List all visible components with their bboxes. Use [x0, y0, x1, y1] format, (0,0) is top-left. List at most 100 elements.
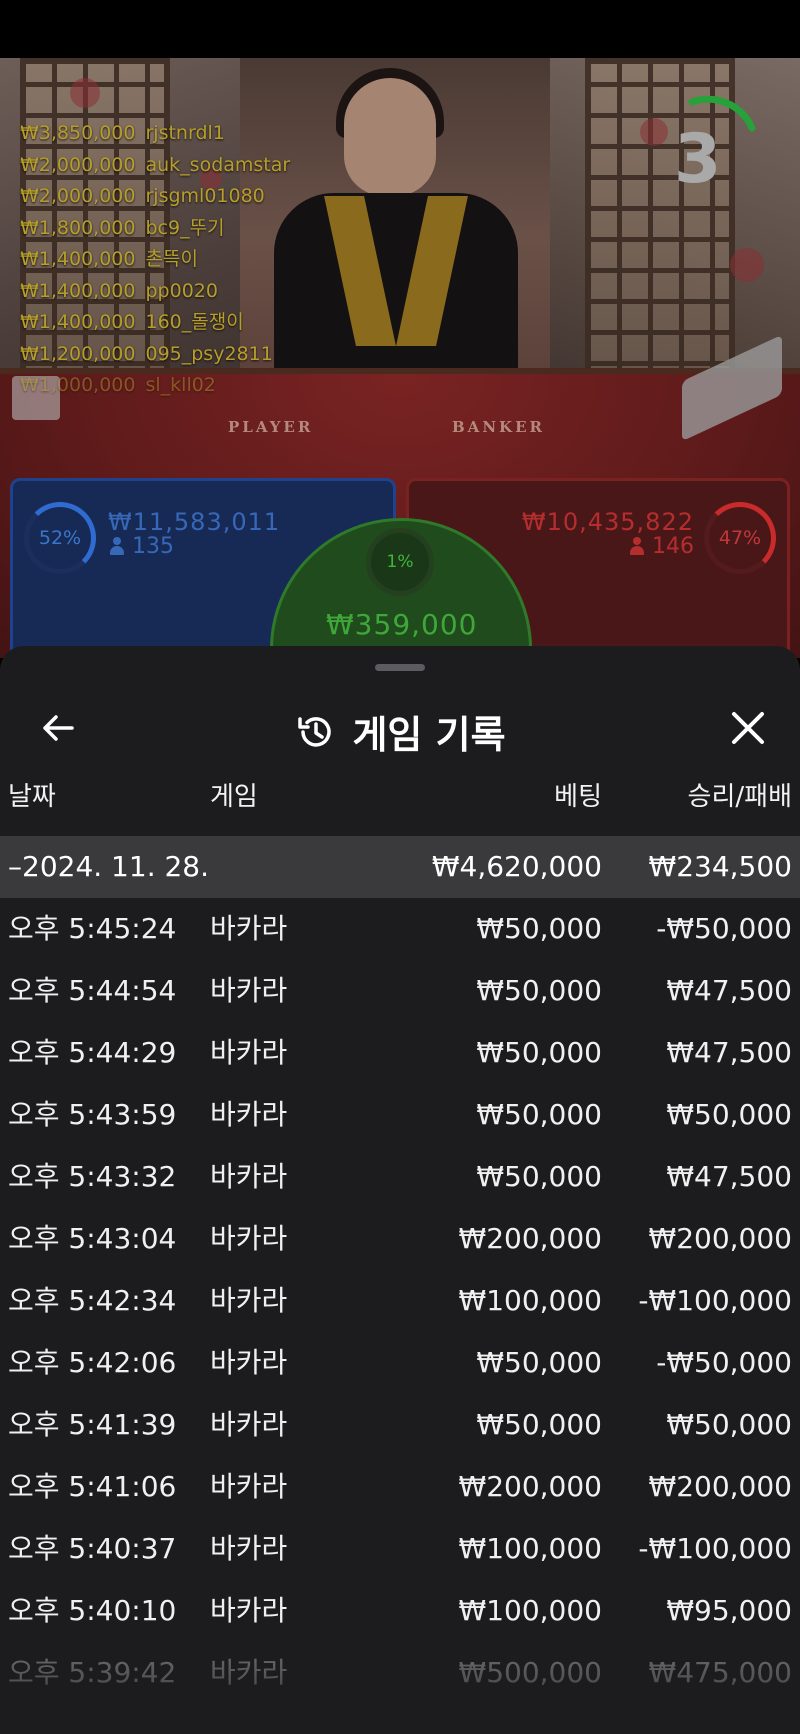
tie-total-amount: ₩359,000: [326, 608, 478, 641]
recent-bet-user: 160_돌쟁이: [145, 311, 244, 333]
recent-bet-amount: ₩1,400,000: [20, 279, 136, 302]
row-time: 오후 5:40:37: [8, 1532, 177, 1565]
recent-bet-entry: ₩2,000,000 rjsgml01080: [20, 181, 290, 213]
player-count-value: 135: [132, 534, 174, 559]
banker-count-value: 146: [652, 534, 694, 559]
row-result: ₩475,000: [648, 1656, 792, 1689]
row-time: 오후 5:42:34: [8, 1284, 177, 1317]
recent-bet-entry: ₩1,000,000 sl_kll02: [20, 370, 290, 402]
row-game: 바카라: [210, 1222, 288, 1255]
blossom-decor: [730, 248, 764, 282]
row-result: ₩200,000: [648, 1470, 792, 1503]
row-result: ₩47,500: [666, 974, 792, 1007]
person-icon: [630, 537, 644, 555]
person-icon: [110, 537, 124, 555]
recent-bet-amount: ₩1,400,000: [20, 311, 136, 333]
recent-bet-entry: ₩1,200,000 095_psy2811: [20, 339, 290, 371]
row-result: -₩100,000: [638, 1532, 792, 1565]
felt-label-banker: BANKER: [452, 418, 545, 436]
column-game: 게임: [210, 782, 258, 812]
banker-total-amount: ₩10,435,822: [521, 508, 694, 536]
tie-percent-ring: 1%: [366, 528, 434, 596]
recent-bet-amount: ₩3,850,000: [20, 122, 136, 144]
history-row[interactable]: 오후 5:43:04 바카라 ₩200,000 ₩200,000: [0, 1208, 800, 1270]
sheet-title: 게임 기록: [352, 713, 506, 757]
player-percent: 52%: [38, 527, 82, 549]
row-result: ₩95,000: [666, 1594, 792, 1627]
sheet-drag-handle[interactable]: [375, 664, 425, 671]
row-bet: ₩100,000: [458, 1284, 602, 1317]
row-game: 바카라: [210, 1284, 288, 1317]
history-row[interactable]: 오후 5:44:54 바카라 ₩50,000 ₩47,500: [0, 960, 800, 1022]
history-row[interactable]: 오후 5:43:59 바카라 ₩50,000 ₩50,000: [0, 1084, 800, 1146]
player-total-amount: ₩11,583,011: [108, 508, 281, 536]
row-bet: ₩50,000: [476, 1346, 602, 1379]
history-row[interactable]: 오후 5:42:34 바카라 ₩100,000 -₩100,000: [0, 1270, 800, 1332]
row-time: 오후 5:42:06: [8, 1346, 177, 1379]
row-game: 바카라: [210, 1470, 288, 1503]
row-game: 바카라: [210, 912, 288, 945]
row-time: 오후 5:41:39: [8, 1408, 177, 1441]
history-row[interactable]: 오후 5:44:29 바카라 ₩50,000 ₩47,500: [0, 1022, 800, 1084]
row-time: 오후 5:39:42: [8, 1656, 177, 1689]
recent-bets-ticker: ₩3,850,000 rjstnrdl1 ₩2,000,000 auk_sodamst…: [20, 118, 290, 402]
recent-bet-entry: ₩1,400,000 160_돌쟁이: [20, 307, 290, 339]
row-game: 바카라: [210, 1160, 288, 1193]
history-table-header: 날짜 게임 베팅 승리/패배: [0, 776, 800, 826]
row-result: ₩50,000: [666, 1408, 792, 1441]
tie-percent: 1%: [386, 552, 414, 572]
column-date: 날짜: [8, 782, 56, 812]
row-time: 오후 5:43:32: [8, 1160, 177, 1193]
row-bet: ₩200,000: [458, 1470, 602, 1503]
column-bet: 베팅: [554, 782, 602, 812]
date-group-summary[interactable]: –2024. 11. 28. ₩4,620,000 ₩234,500: [0, 836, 800, 898]
recent-bet-amount: ₩2,000,000: [20, 185, 136, 207]
row-time: 오후 5:44:29: [8, 1036, 177, 1069]
row-result: ₩47,500: [666, 1160, 792, 1193]
banker-bettor-count: 146: [630, 534, 694, 559]
player-percent-ring: 52%: [24, 502, 96, 574]
history-row[interactable]: 오후 5:41:06 바카라 ₩200,000 ₩200,000: [0, 1456, 800, 1518]
history-row[interactable]: 오후 5:41:39 바카라 ₩50,000 ₩50,000: [0, 1394, 800, 1456]
player-bettor-count: 135: [110, 534, 174, 559]
row-time: 오후 5:40:10: [8, 1594, 177, 1627]
recent-bet-user: bc9_뚜기: [145, 216, 225, 239]
row-game: 바카라: [210, 1532, 288, 1565]
recent-bet-amount: ₩1,400,000: [20, 248, 136, 270]
row-result: ₩200,000: [648, 1222, 792, 1255]
recent-bet-user: rjstnrdl1: [145, 122, 225, 144]
row-game: 바카라: [210, 1346, 288, 1379]
recent-bet-entry: ₩1,800,000 bc9_뚜기: [20, 213, 290, 245]
recent-bet-user: sl_kll02: [145, 374, 216, 396]
row-time: 오후 5:44:54: [8, 974, 177, 1007]
recent-bet-entry: ₩3,850,000 rjstnrdl1: [20, 118, 290, 150]
row-bet: ₩50,000: [476, 1098, 602, 1131]
row-result: ₩50,000: [666, 1098, 792, 1131]
summary-bet-total: ₩4,620,000: [431, 850, 602, 883]
history-icon: [298, 716, 332, 747]
history-rows: 오후 5:45:24 바카라 ₩50,000 -₩50,000 오후 5:44:54 바카…: [0, 898, 800, 1704]
row-game: 바카라: [210, 1408, 288, 1441]
row-result: -₩50,000: [656, 912, 792, 945]
recent-bet-entry: ₩2,000,000 auk_sodamstar: [20, 150, 290, 182]
dealer-head: [344, 78, 436, 196]
close-icon: [732, 712, 764, 744]
row-bet: ₩50,000: [476, 1160, 602, 1193]
recent-bet-user: 촌뜩이: [145, 248, 198, 270]
recent-bet-amount: ₩1,800,000: [20, 216, 136, 239]
recent-bet-user: 095_psy2811: [145, 342, 273, 365]
recent-bet-amount: ₩1,000,000: [20, 374, 136, 396]
row-bet: ₩50,000: [476, 912, 602, 945]
history-row[interactable]: 오후 5:40:10 바카라 ₩100,000 ₩95,000: [0, 1580, 800, 1642]
history-row[interactable]: 오후 5:42:06 바카라 ₩50,000 -₩50,000: [0, 1332, 800, 1394]
summary-result-total: ₩234,500: [648, 850, 792, 883]
row-game: 바카라: [210, 1656, 288, 1689]
row-bet: ₩50,000: [476, 974, 602, 1007]
row-time: 오후 5:43:04: [8, 1222, 177, 1255]
close-button[interactable]: [722, 702, 774, 754]
history-row[interactable]: 오후 5:39:42 바카라 ₩500,000 ₩475,000: [0, 1642, 800, 1704]
history-row[interactable]: 오후 5:45:24 바카라 ₩50,000 -₩50,000: [0, 898, 800, 960]
history-row[interactable]: 오후 5:43:32 바카라 ₩50,000 ₩47,500: [0, 1146, 800, 1208]
history-row[interactable]: 오후 5:40:37 바카라 ₩100,000 -₩100,000: [0, 1518, 800, 1580]
recent-bet-user: rjsgml01080: [145, 185, 265, 207]
